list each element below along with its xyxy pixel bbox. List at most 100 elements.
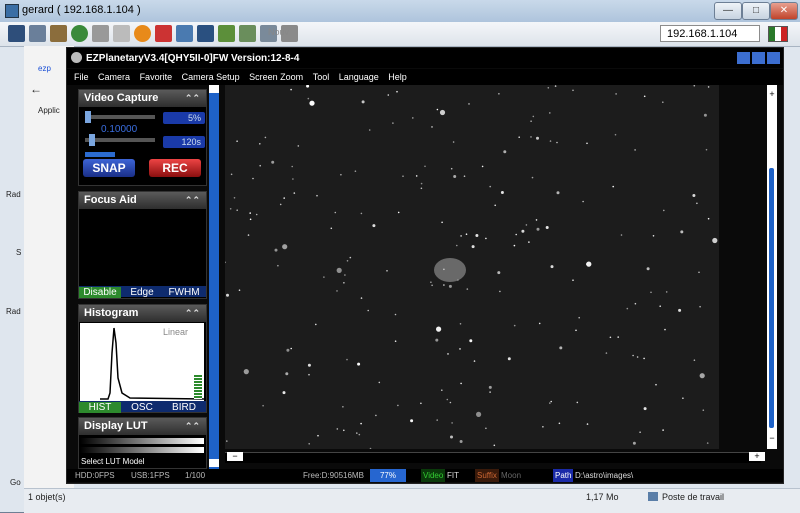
menu-file[interactable]: File bbox=[74, 69, 89, 85]
star bbox=[360, 212, 363, 215]
star bbox=[340, 173, 342, 176]
star bbox=[489, 391, 491, 393]
menu-camera-setup[interactable]: Camera Setup bbox=[182, 69, 240, 85]
display-lut-header[interactable]: Display LUT ⌃⌃ bbox=[79, 418, 206, 435]
scroll-down-icon[interactable] bbox=[209, 459, 219, 467]
collapse-icon[interactable]: ⌃⌃ bbox=[185, 90, 200, 107]
monitor-icon[interactable] bbox=[8, 25, 25, 42]
menu-language[interactable]: Language bbox=[339, 69, 379, 85]
star bbox=[545, 226, 549, 229]
chat-icon[interactable] bbox=[239, 25, 256, 42]
star bbox=[575, 329, 577, 332]
image-horizontal-scrollbar[interactable] bbox=[225, 452, 761, 463]
alert-icon[interactable] bbox=[134, 25, 151, 42]
star bbox=[634, 302, 637, 305]
exposure-range-value[interactable]: 120s bbox=[163, 136, 205, 148]
menu-tool[interactable]: Tool bbox=[313, 69, 330, 85]
options-icon[interactable] bbox=[218, 25, 235, 42]
stop-icon[interactable] bbox=[155, 25, 172, 42]
star bbox=[705, 148, 708, 151]
snap-button[interactable]: SNAP bbox=[83, 159, 135, 177]
star bbox=[460, 235, 462, 237]
star bbox=[286, 348, 290, 352]
camera-preview[interactable] bbox=[225, 85, 719, 449]
gain-slider[interactable] bbox=[85, 115, 155, 119]
display-icon[interactable] bbox=[197, 25, 214, 42]
video-capture-header[interactable]: Video Capture ⌃⌃ bbox=[79, 90, 206, 107]
suffix-value[interactable]: Moon bbox=[501, 469, 521, 482]
tab-edge[interactable]: Edge bbox=[121, 287, 163, 298]
panel-scrollbar[interactable] bbox=[209, 85, 219, 469]
ezplanetary-window: EZPlanetaryV3.4[QHY5II-0]FW Version:12-8… bbox=[66, 47, 784, 484]
star bbox=[436, 419, 438, 421]
star bbox=[259, 164, 261, 167]
collapse-icon[interactable]: ⌃⌃ bbox=[185, 418, 200, 435]
path-value[interactable]: D:\astro\images\ bbox=[575, 469, 633, 482]
ez-restore-icon[interactable] bbox=[752, 52, 765, 64]
star bbox=[308, 443, 310, 445]
star bbox=[358, 433, 361, 436]
collapse-icon[interactable]: ⌃⌃ bbox=[185, 192, 200, 209]
star bbox=[493, 444, 496, 447]
minimize-button[interactable]: — bbox=[714, 2, 742, 20]
zoom-in-button[interactable]: + bbox=[749, 452, 765, 461]
usb-speed-bar[interactable] bbox=[85, 152, 115, 157]
ip-address-field[interactable]: 192.168.1.104 bbox=[660, 25, 760, 42]
star bbox=[556, 191, 560, 195]
refresh-icon[interactable] bbox=[71, 25, 88, 42]
star bbox=[646, 267, 650, 271]
star bbox=[264, 136, 267, 139]
exposure-thumb[interactable] bbox=[89, 134, 95, 146]
focus-aid-header[interactable]: Focus Aid ⌃⌃ bbox=[79, 192, 206, 209]
star bbox=[290, 88, 292, 91]
zoom-bottom-button[interactable]: − bbox=[767, 432, 777, 444]
star bbox=[586, 142, 588, 145]
outer-window-title: gerard ( 192.168.1.104 ) bbox=[22, 4, 141, 16]
histogram-header[interactable]: Histogram ⌃⌃ bbox=[79, 305, 206, 322]
star bbox=[360, 297, 363, 299]
scroll-up-icon[interactable] bbox=[209, 85, 219, 93]
star bbox=[431, 126, 433, 128]
star bbox=[513, 324, 516, 327]
menu-screen-zoom[interactable]: Screen Zoom bbox=[249, 69, 303, 85]
lut-select[interactable]: Select LUT Model bbox=[81, 456, 201, 467]
maximize-button[interactable]: □ bbox=[742, 2, 770, 20]
star bbox=[507, 357, 511, 361]
star bbox=[387, 94, 390, 96]
zoom-top-button[interactable]: + bbox=[767, 88, 777, 100]
star bbox=[532, 115, 535, 118]
keyboard-icon[interactable] bbox=[92, 25, 109, 42]
transfer-icon[interactable] bbox=[29, 25, 46, 42]
rec-button[interactable]: REC bbox=[149, 159, 201, 177]
menu-help[interactable]: Help bbox=[388, 69, 407, 85]
image-scroll-thumb[interactable] bbox=[769, 168, 774, 428]
close-button[interactable]: ✕ bbox=[770, 2, 798, 20]
zoom-out-button[interactable]: − bbox=[227, 452, 243, 461]
tab-disable[interactable]: Disable bbox=[79, 287, 121, 298]
tools-icon[interactable] bbox=[50, 25, 67, 42]
ez-minimize-icon[interactable] bbox=[737, 52, 750, 64]
ez-close-icon[interactable] bbox=[767, 52, 780, 64]
star bbox=[226, 440, 228, 442]
star bbox=[605, 352, 608, 354]
tab-hist[interactable]: HIST bbox=[79, 402, 121, 413]
collapse-icon[interactable]: ⌃⌃ bbox=[185, 305, 200, 322]
menu-favorite[interactable]: Favorite bbox=[140, 69, 173, 85]
video-format[interactable]: FIT bbox=[447, 469, 459, 482]
star bbox=[696, 202, 698, 205]
gain-thumb[interactable] bbox=[85, 111, 91, 123]
exposure-slider[interactable] bbox=[85, 138, 155, 142]
star bbox=[650, 291, 652, 294]
fullscreen-icon[interactable] bbox=[176, 25, 193, 42]
flag-icon[interactable] bbox=[768, 26, 788, 42]
star bbox=[372, 224, 376, 228]
tab-bird[interactable]: BIRD bbox=[163, 402, 205, 413]
disk-icon[interactable] bbox=[113, 25, 130, 42]
tab-fwhm[interactable]: FWHM bbox=[163, 287, 205, 298]
menu-camera[interactable]: Camera bbox=[98, 69, 130, 85]
gain-value[interactable]: 5% bbox=[163, 112, 205, 124]
star bbox=[503, 150, 507, 154]
star bbox=[441, 389, 443, 392]
tab-osc[interactable]: OSC bbox=[121, 402, 163, 413]
video-capture-panel: Video Capture ⌃⌃ 5% 0.10000 120s SNAP REC bbox=[78, 89, 207, 186]
